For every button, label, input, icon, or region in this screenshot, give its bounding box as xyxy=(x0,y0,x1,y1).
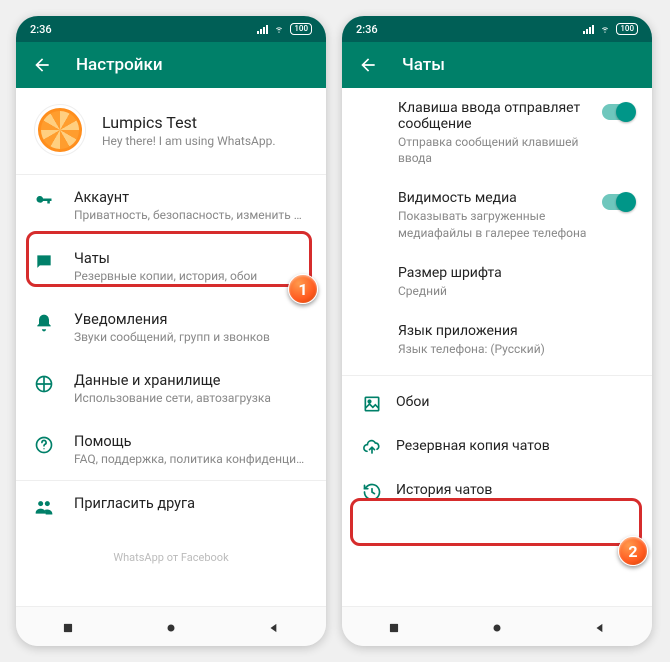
profile-name: Lumpics Test xyxy=(102,113,276,132)
cloud-upload-icon xyxy=(362,438,382,458)
setting-title: Клавиша ввода отправляет сообщение xyxy=(398,100,588,132)
data-icon xyxy=(34,374,54,394)
list-item-title: Пригласить друга xyxy=(74,495,308,512)
setting-title: Обои xyxy=(396,394,634,410)
app-bar: Чаты xyxy=(342,42,652,88)
setting-title: Язык приложения xyxy=(398,323,634,339)
battery-icon: 100 xyxy=(616,23,638,35)
nav-home-icon[interactable] xyxy=(164,620,178,634)
wallpaper-icon xyxy=(362,394,382,414)
setting-title: Резервная копия чатов xyxy=(396,438,634,454)
avatar xyxy=(34,104,86,156)
wifi-icon xyxy=(272,24,286,34)
setting-font-size[interactable]: Размер шрифта Средний xyxy=(342,253,652,311)
android-navbar xyxy=(342,606,652,646)
footer-text: WhatsApp от Facebook xyxy=(16,531,326,574)
nav-back-icon[interactable] xyxy=(593,620,607,634)
status-time: 2:36 xyxy=(356,23,378,36)
setting-enter-sends[interactable]: Клавиша ввода отправляет сообщениеОтправ… xyxy=(342,88,652,178)
status-right: 100 xyxy=(583,23,638,35)
status-right: 100 xyxy=(257,23,312,35)
setting-sub: Язык телефона: (Русский) xyxy=(398,341,634,357)
setting-title: Видимость медиа xyxy=(398,190,588,206)
toggle-switch[interactable] xyxy=(602,194,634,210)
badge-1: 1 xyxy=(288,274,318,304)
toggle-switch[interactable] xyxy=(602,104,634,120)
settings-item-account[interactable]: Аккаунт Приватность, безопасность, измени… xyxy=(16,175,326,236)
phone-settings: 2:36 100 Настройки Lumpics Test Hey ther… xyxy=(16,16,326,646)
list-item-title: Данные и хранилище xyxy=(74,372,308,389)
setting-wallpaper[interactable]: Обои xyxy=(342,382,652,426)
setting-backup[interactable]: Резервная копия чатов xyxy=(342,426,652,470)
back-button[interactable] xyxy=(32,55,52,75)
list-item-sub: Использование сети, автозагрузка xyxy=(74,391,308,405)
setting-app-language[interactable]: Язык приложения Язык телефона: (Русский) xyxy=(342,311,652,369)
help-icon xyxy=(34,435,54,455)
setting-title: Размер шрифта xyxy=(398,265,634,281)
list-item-sub: Приватность, безопасность, изменить номе… xyxy=(74,208,308,222)
app-bar: Настройки xyxy=(16,42,326,88)
key-icon xyxy=(34,191,54,211)
appbar-title: Настройки xyxy=(76,55,163,75)
android-navbar xyxy=(16,606,326,646)
badge-2: 2 xyxy=(618,536,648,566)
list-item-sub: Резервные копии, история, обои xyxy=(74,269,308,283)
setting-chat-history[interactable]: История чатов xyxy=(342,470,652,514)
setting-title: История чатов xyxy=(396,482,634,498)
profile-row[interactable]: Lumpics Test Hey there! I am using Whats… xyxy=(16,88,326,174)
status-bar: 2:36 100 xyxy=(16,16,326,42)
list-item-title: Аккаунт xyxy=(74,189,308,206)
phone-chats: 2:36 100 Чаты Клавиша ввода отправляет с… xyxy=(342,16,652,646)
settings-item-help[interactable]: Помощь FAQ, поддержка, политика конфиденц… xyxy=(16,419,326,480)
nav-home-icon[interactable] xyxy=(490,620,504,634)
battery-icon: 100 xyxy=(290,23,312,35)
list-item-sub: Звуки сообщений, групп и звонков xyxy=(74,330,308,344)
settings-item-notifications[interactable]: Уведомления Звуки сообщений, групп и звон… xyxy=(16,297,326,358)
status-bar: 2:36 100 xyxy=(342,16,652,42)
chat-icon xyxy=(34,252,54,272)
back-button[interactable] xyxy=(358,55,378,75)
list-item-sub: FAQ, поддержка, политика конфиденциал... xyxy=(74,452,308,466)
list-item-title: Помощь xyxy=(74,433,308,450)
settings-item-data[interactable]: Данные и хранилище Использование сети, ав… xyxy=(16,358,326,419)
bell-icon xyxy=(34,313,54,333)
list-item-title: Чаты xyxy=(74,250,308,267)
wifi-icon xyxy=(598,24,612,34)
nav-recents-icon[interactable] xyxy=(387,620,401,634)
setting-sub: Показывать загруженные медиафайлы в гале… xyxy=(398,208,588,240)
nav-recents-icon[interactable] xyxy=(61,620,75,634)
people-icon xyxy=(34,497,54,517)
appbar-title: Чаты xyxy=(402,55,445,75)
history-icon xyxy=(362,482,382,502)
profile-status: Hey there! I am using WhatsApp. xyxy=(102,134,276,148)
chats-content: Клавиша ввода отправляет сообщениеОтправ… xyxy=(342,88,652,606)
setting-media-visibility[interactable]: Видимость медиа Показывать загруженные ме… xyxy=(342,178,652,252)
status-time: 2:36 xyxy=(30,23,52,36)
signal-icon xyxy=(257,24,268,34)
setting-sub: Отправка сообщений клавишей ввода xyxy=(398,134,588,166)
settings-item-chats[interactable]: Чаты Резервные копии, история, обои xyxy=(16,236,326,297)
list-item-title: Уведомления xyxy=(74,311,308,328)
settings-content: Lumpics Test Hey there! I am using Whats… xyxy=(16,88,326,606)
settings-item-invite[interactable]: Пригласить друга xyxy=(16,481,326,531)
setting-sub: Средний xyxy=(398,283,634,299)
nav-back-icon[interactable] xyxy=(267,620,281,634)
signal-icon xyxy=(583,24,594,34)
